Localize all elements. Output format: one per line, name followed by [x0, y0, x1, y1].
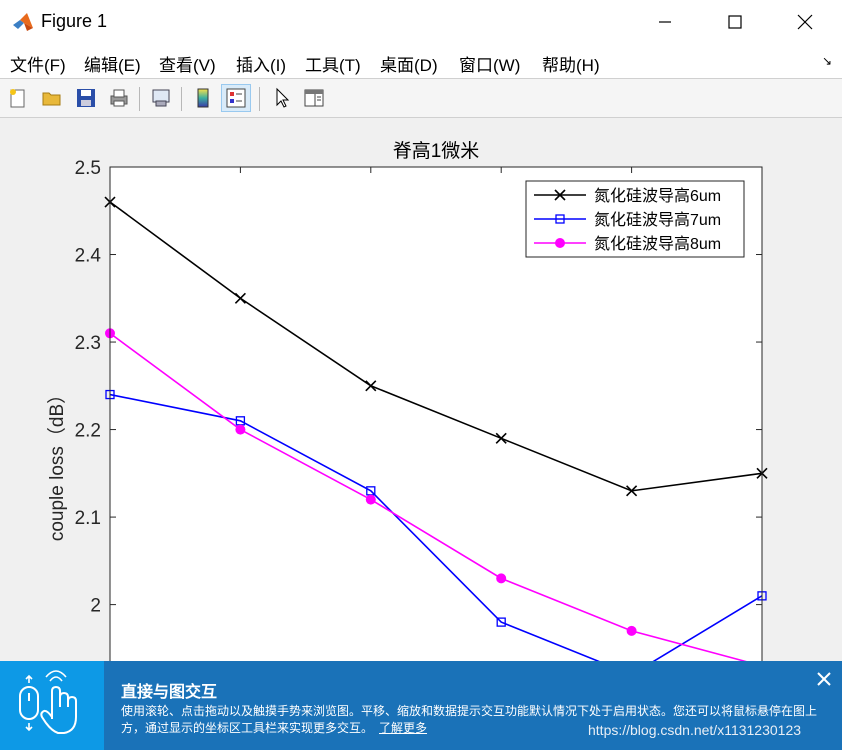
save-button[interactable]	[71, 84, 101, 112]
colorbar-icon	[197, 88, 209, 108]
close-icon	[817, 672, 831, 686]
new-figure-icon	[10, 89, 25, 108]
menu-view[interactable]: 查看(V)	[159, 51, 216, 76]
property-inspector-button[interactable]	[299, 84, 329, 112]
banner-title: 直接与图交互	[121, 684, 218, 701]
touch-gesture-icon	[19, 670, 77, 734]
y-tick-label: 2.5	[75, 158, 101, 179]
data-point	[235, 424, 246, 435]
maximize-icon	[728, 15, 742, 29]
banner-icon-panel	[0, 661, 104, 750]
minimize-button[interactable]	[642, 0, 688, 44]
legend-label: 氮化硅波导高7um	[594, 211, 721, 229]
legend-marker	[555, 238, 565, 248]
y-tick-label: 2.3	[75, 333, 101, 354]
print-button[interactable]	[104, 84, 134, 112]
new-figure-button[interactable]	[3, 84, 33, 112]
legend-icon	[226, 88, 246, 108]
legend-button[interactable]	[221, 84, 251, 112]
pointer-button[interactable]	[266, 84, 296, 112]
window-title: Figure 1	[41, 11, 108, 31]
legend[interactable]: 氮化硅波导高6um 氮化硅波导高7um 氮化硅波导高8um	[525, 180, 745, 258]
data-point	[626, 625, 637, 636]
open-file-button[interactable]	[37, 84, 67, 112]
line-chart[interactable]: 2 2.1 2.2 2.3 2.4 2.5 脊高1微米 couple loss（dB） 氮…	[0, 119, 842, 750]
y-tick-label: 2	[90, 596, 101, 617]
data-point	[496, 573, 507, 584]
y-tick-label: 2.1	[75, 508, 101, 529]
property-inspector-icon	[304, 89, 324, 107]
legend-label: 氮化硅波导高8um	[594, 235, 721, 253]
menu-file[interactable]: 文件(F)	[10, 51, 66, 76]
menu-bar: 文件(F) 编辑(E) 查看(V) 插入(I) 工具(T) 桌面(D) 窗口(W…	[0, 44, 842, 78]
close-icon	[797, 14, 813, 30]
y-tick-label: 2.4	[75, 246, 102, 267]
banner-close-button[interactable]	[812, 667, 836, 691]
menu-help[interactable]: 帮助(H)	[542, 51, 600, 76]
y-axis-label: couple loss（dB）	[46, 385, 68, 541]
menu-desktop[interactable]: 桌面(D)	[380, 51, 438, 76]
title-bar: Figure 1	[0, 0, 842, 44]
open-file-icon	[42, 92, 61, 106]
figure-area: 2 2.1 2.2 2.3 2.4 2.5 脊高1微米 couple loss（dB） 氮…	[0, 119, 842, 750]
dock-arrow-icon[interactable]: ↘	[822, 54, 832, 68]
legend-label: 氮化硅波导高6um	[594, 187, 721, 205]
y-tick-label: 2.2	[75, 421, 101, 442]
pointer-icon	[276, 87, 290, 108]
colorbar-button[interactable]	[188, 84, 218, 112]
data-point	[365, 494, 376, 505]
toolbar	[0, 78, 842, 118]
minimize-icon	[659, 21, 671, 23]
menu-edit[interactable]: 编辑(E)	[84, 51, 141, 76]
maximize-button[interactable]	[712, 0, 758, 44]
toolbar-separator	[259, 87, 260, 111]
menu-tools[interactable]: 工具(T)	[305, 51, 361, 76]
save-icon	[77, 89, 95, 107]
toolbar-separator	[139, 87, 140, 111]
learn-more-link[interactable]: 了解更多	[379, 721, 427, 735]
watermark: https://blog.csdn.net/x1131230123	[588, 722, 802, 738]
menu-window[interactable]: 窗口(W)	[459, 51, 520, 76]
print-icon	[110, 89, 128, 107]
toolbar-separator	[181, 87, 182, 111]
close-button[interactable]	[782, 0, 828, 44]
menu-insert[interactable]: 插入(I)	[236, 51, 286, 76]
link-plot-button[interactable]	[146, 84, 176, 112]
matlab-logo-icon	[13, 13, 33, 31]
chart-title: 脊高1微米	[393, 140, 480, 162]
link-plot-icon	[152, 89, 170, 107]
